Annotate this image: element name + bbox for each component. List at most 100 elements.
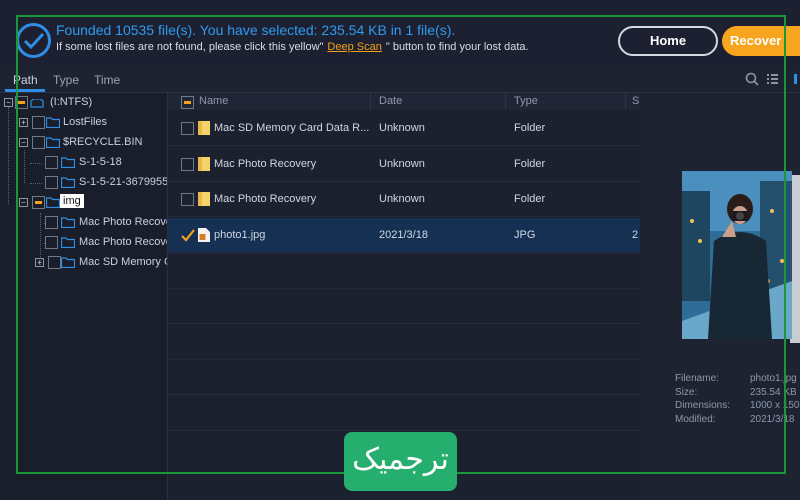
row-name: Mac SD Memory Card Data R...	[214, 122, 370, 134]
deep-scan-link[interactable]: Deep Scan	[327, 41, 381, 53]
list-row[interactable]: Mac Photo Recovery Unknown Folder	[168, 147, 640, 182]
folder-icon	[61, 237, 75, 248]
tab-time[interactable]: Time	[94, 73, 120, 87]
thumbnail-view-icon[interactable]	[794, 74, 797, 84]
preview-pane: Filename: photo1.jpg Size: 235.54 KB Dimen…	[640, 93, 800, 500]
home-button[interactable]: Home	[618, 26, 718, 56]
folder-icon	[46, 197, 60, 208]
tree-label: Mac Photo Recovery	[79, 216, 167, 228]
folder-icon	[46, 137, 60, 148]
folder-icon	[198, 157, 210, 171]
tree-checkbox[interactable]	[32, 116, 45, 129]
image-file-icon	[198, 228, 210, 242]
list-view-icon[interactable]	[767, 74, 778, 84]
row-date: Unknown	[379, 122, 425, 134]
tree-node-s1518[interactable]: S-1-5-18	[0, 154, 167, 172]
row-type: Folder	[514, 122, 546, 134]
folder-icon	[198, 121, 210, 135]
tree-node-recycle[interactable]: − $RECYCLE.BIN	[0, 134, 167, 152]
folder-icon	[61, 257, 75, 268]
folder-tree: − (I:NTFS) + LostFiles − $RECYCLE.BIN S-…	[0, 93, 168, 500]
row-size: 2	[632, 229, 639, 241]
tree-checkbox[interactable]	[48, 256, 61, 269]
watermark-logo: ترجمیک	[344, 432, 457, 491]
tree-checkbox[interactable]	[45, 176, 58, 189]
drive-icon	[30, 99, 44, 108]
collapse-icon[interactable]: −	[19, 198, 28, 207]
search-icon[interactable]	[745, 72, 759, 86]
tree-checkbox[interactable]	[32, 196, 45, 209]
tree-label: $RECYCLE.BIN	[63, 136, 143, 148]
expand-icon[interactable]: +	[35, 258, 44, 267]
scan-summary: Founded 10535 file(s). You have selected…	[56, 22, 456, 38]
tree-label: LostFiles	[63, 116, 108, 128]
empty-row	[168, 396, 640, 431]
empty-row	[168, 254, 640, 289]
column-divider[interactable]	[370, 93, 371, 110]
tree-checkbox[interactable]	[45, 236, 58, 249]
tree-checkbox[interactable]	[45, 156, 58, 169]
tab-type[interactable]: Type	[53, 73, 79, 87]
tree-label-selected: img	[60, 194, 84, 208]
empty-row	[168, 289, 640, 324]
tree-label: (I:NTFS)	[50, 96, 93, 108]
folder-icon	[46, 117, 60, 128]
recover-button[interactable]: Recover	[722, 26, 800, 56]
list-row[interactable]: Mac Photo Recovery Unknown Folder	[168, 182, 640, 217]
tree-checkbox[interactable]	[32, 136, 45, 149]
row-checkbox[interactable]	[181, 193, 194, 206]
col-type-header[interactable]: Type	[514, 95, 538, 107]
tree-label: S-1-5-18	[79, 156, 122, 168]
select-all-checkbox[interactable]	[181, 96, 194, 109]
list-row-selected[interactable]: photo1.jpg 2021/3/18 JPG 2	[168, 218, 640, 253]
view-tabs: Path Type Time	[0, 66, 800, 93]
tree-node-mac-photo-2[interactable]: Mac Photo Recovery	[0, 234, 167, 252]
tree-node-mac-photo-1[interactable]: Mac Photo Recovery	[0, 214, 167, 232]
dimensions-value: 1000 x 150	[750, 400, 800, 411]
row-date: 2021/3/18	[379, 229, 428, 241]
tree-node-root[interactable]: − (I:NTFS)	[0, 94, 167, 112]
tree-node-lostfiles[interactable]: + LostFiles	[0, 114, 167, 132]
folder-icon	[198, 192, 210, 206]
row-type: JPG	[514, 229, 536, 241]
photo-woman-with-camera-image	[682, 171, 792, 339]
expand-icon[interactable]: +	[19, 118, 28, 127]
empty-row	[168, 325, 640, 360]
row-name: Mac Photo Recovery	[214, 158, 317, 170]
collapse-icon[interactable]: −	[4, 98, 13, 107]
row-checkbox[interactable]	[181, 122, 194, 135]
hint-text-before: If some lost files are not found, please…	[56, 41, 324, 53]
column-divider[interactable]	[505, 93, 506, 110]
folder-icon	[61, 217, 75, 228]
row-type: Folder	[514, 158, 546, 170]
size-label: Size:	[675, 386, 698, 398]
col-date-header[interactable]: Date	[379, 95, 402, 107]
filename-value: photo1.jpg	[750, 373, 797, 384]
list-row[interactable]: Mac SD Memory Card Data R... Unknown Fol…	[168, 111, 640, 146]
row-checkbox[interactable]	[181, 158, 194, 171]
hint-text-after: " button to find your lost data.	[385, 41, 529, 53]
tree-node-mac-sd[interactable]: + Mac SD Memory Card	[0, 254, 167, 272]
tree-checkbox[interactable]	[45, 216, 58, 229]
collapse-icon[interactable]: −	[19, 138, 28, 147]
tab-path[interactable]: Path	[13, 73, 38, 87]
tree-node-img[interactable]: − img	[0, 194, 167, 212]
row-checkbox-checked[interactable]	[181, 229, 195, 242]
col-name-header[interactable]: Name	[199, 95, 228, 107]
col-size-header[interactable]: S	[632, 95, 639, 107]
modified-label: Modified:	[675, 413, 716, 425]
tree-node-s1521[interactable]: S-1-5-21-36799550	[0, 174, 167, 192]
toolbar-icons	[740, 71, 800, 92]
checkmark-icon	[181, 229, 195, 242]
row-date: Unknown	[379, 193, 425, 205]
modified-value: 2021/3/18	[750, 413, 795, 425]
empty-row	[168, 360, 640, 395]
row-name: photo1.jpg	[214, 229, 266, 241]
tree-label: Mac Photo Recovery	[79, 236, 167, 248]
photo-preview	[682, 171, 792, 339]
check-circle-icon	[16, 23, 51, 58]
row-name: Mac Photo Recovery	[214, 193, 317, 205]
tree-checkbox[interactable]	[15, 96, 28, 109]
column-divider[interactable]	[625, 93, 626, 110]
row-date: Unknown	[379, 158, 425, 170]
